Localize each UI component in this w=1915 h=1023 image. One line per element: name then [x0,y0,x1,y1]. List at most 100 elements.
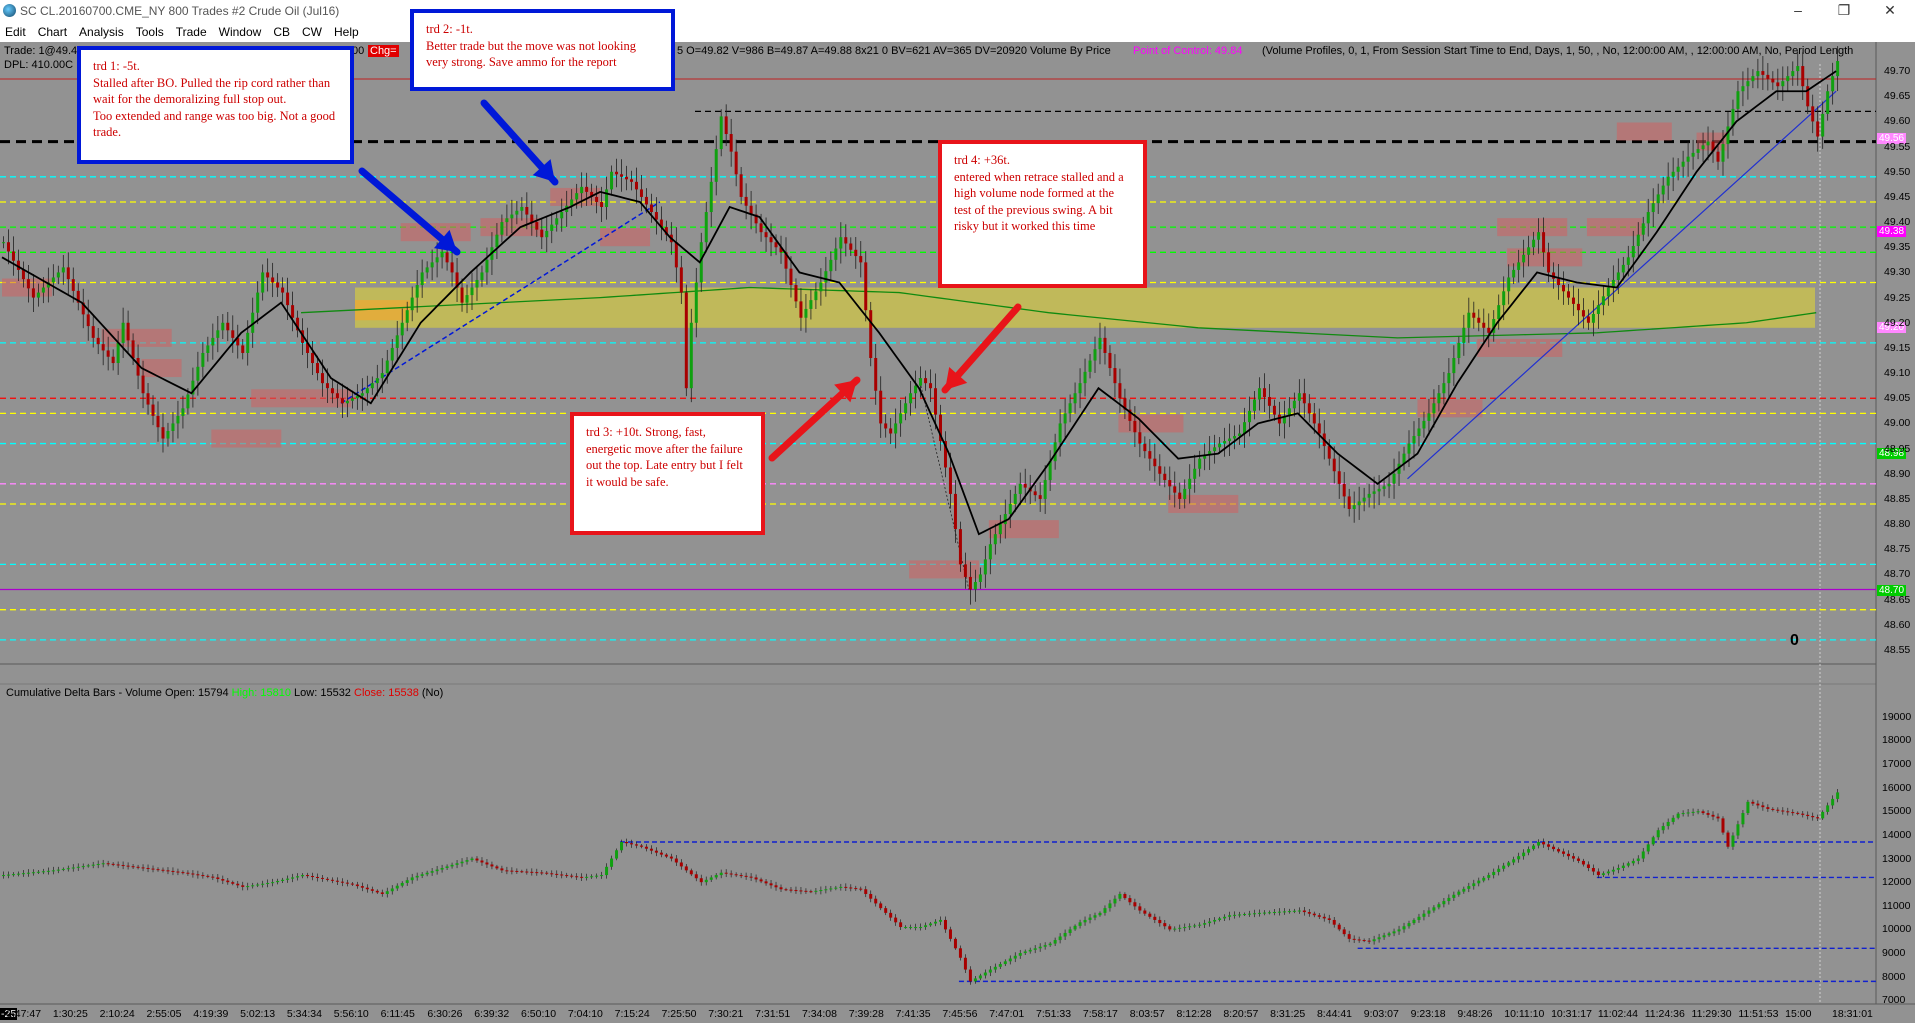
price-tick-19: 48.75 [1884,543,1911,556]
candle-body-69 [689,322,693,389]
menu-edit[interactable]: Edit [0,22,33,39]
delta-bar-176.5 [1761,805,1765,808]
price-tick-16: 48.90 [1884,467,1911,480]
candle-body-54.5 [545,230,549,238]
delta-bar-160.5 [1601,873,1605,876]
delta-bar-126.5 [1262,912,1266,914]
time-tick-1: 1:30:25 [52,1008,88,1020]
menu-analysis[interactable]: Analysis [74,22,131,39]
candle-body-170 [1696,149,1700,153]
delta-bar-68 [679,862,683,867]
delta-bar-112 [1118,893,1122,899]
annotation-trade-1-line-2: Stalled after BO. Pulled the rip cord ra… [93,75,331,107]
delta-bar-167.5 [1671,817,1675,822]
candle-body-12 [121,322,125,343]
delta-bar-41 [410,877,414,881]
delta-bar-0 [2,875,5,877]
candle-body-139.5 [1392,473,1396,484]
menu-tools[interactable]: Tools [131,22,171,39]
delta-bar-71.5 [714,875,718,878]
delta-close: Close: 15538 [354,687,419,699]
time-tick-7: 5:56:10 [333,1008,369,1020]
delta-bar-46.5 [465,860,469,862]
delta-bar-19 [191,873,195,875]
delta-bar-30.5 [306,875,310,877]
candle-body-172 [1716,151,1720,162]
delta-tick-9: 10000 [1882,923,1912,936]
delta-bar-21.5 [216,877,220,880]
chg-badge: Chg= [368,45,399,57]
delta-bar-110 [1098,912,1102,916]
delta-bar-175 [1746,801,1750,814]
annotation-trade-1-line-3: Too extended and range was too big. Not … [93,108,336,140]
delta-bar-150.5 [1502,865,1506,869]
price-tick-13: 49.05 [1884,392,1911,405]
delta-bar-85.5 [854,888,858,890]
candle-body-141 [1407,443,1411,454]
delta-bar-146.5 [1462,888,1466,892]
delta-bar-140 [1397,929,1401,932]
price-tick-18: 48.80 [1884,518,1911,531]
menu-chart[interactable]: Chart [33,22,74,39]
candle-body-64.5 [644,196,648,205]
candle-body-143 [1427,413,1431,421]
candle-body-160 [1596,305,1600,314]
candle-body-25.5 [256,292,260,313]
time-tick-14: 7:25:50 [661,1008,697,1020]
delta-bar-130 [1297,910,1301,912]
delta-bar-161.5 [1611,869,1615,872]
delta-bar-123 [1228,915,1232,917]
time-tick-27: 8:31:25 [1270,1008,1306,1020]
candle-body-148 [1477,317,1481,323]
delta-bar-98 [978,975,982,979]
delta-bar-81.5 [814,890,818,892]
menu-cb[interactable]: CB [268,22,297,39]
delta-bar-94.5 [943,919,947,930]
candle-body-160.5 [1601,296,1605,306]
candle-body-91 [909,393,913,404]
volume-profile-block-13 [1417,399,1483,418]
candle-body-73.5 [734,151,738,175]
candle-body-9 [91,326,95,338]
close-button[interactable]: ✕ [1876,2,1904,19]
candle-body-85.5 [854,249,858,257]
delta-bar-163 [1626,863,1630,866]
menu-help[interactable]: Help [329,22,366,39]
menu-trade[interactable]: Trade [171,22,214,39]
candle-body-96.5 [963,564,967,577]
delta-bar-157.5 [1571,856,1575,859]
menu-cw[interactable]: CW [297,22,329,39]
candle-body-13.5 [136,358,140,376]
time-tick-21: 7:47:01 [989,1008,1025,1020]
candle-body-125 [1248,410,1252,423]
delta-bar-112.5 [1123,893,1127,899]
time-tick-30: 9:23:18 [1410,1008,1446,1020]
restore-button[interactable]: ❐ [1830,2,1858,19]
candle-body-71 [709,181,713,213]
position-label: 0 [1790,632,1799,649]
delta-bar-11 [111,863,115,865]
candle-body-90 [899,413,903,424]
candle-body-33.5 [335,393,339,399]
delta-bar-151 [1507,862,1511,866]
delta-bar-158 [1576,858,1580,861]
delta-bar-165 [1646,844,1650,852]
candle-body-106 [1058,423,1062,443]
time-tick-18: 7:39:28 [848,1008,884,1020]
delta-bar-1.5 [16,873,20,875]
delta-bar-174.5 [1741,813,1745,825]
minimize-button[interactable]: – [1784,2,1812,18]
candle-body-4 [41,287,45,293]
delta-bar-174 [1736,824,1740,836]
candle-body-161 [1606,287,1610,297]
candle-body-115.5 [1153,458,1157,467]
delta-bar-125.5 [1252,913,1256,915]
delta-bar-18.5 [186,872,190,874]
delta-bar-47 [470,858,474,861]
annotation-trade-1-line-1: trd 1: -5t. [93,59,140,73]
menu-window[interactable]: Window [214,22,269,39]
candle-body-46.5 [465,295,469,303]
delta-bar-55.5 [555,873,559,875]
delta-bar-109 [1088,917,1092,920]
candle-body-93.5 [934,388,938,415]
